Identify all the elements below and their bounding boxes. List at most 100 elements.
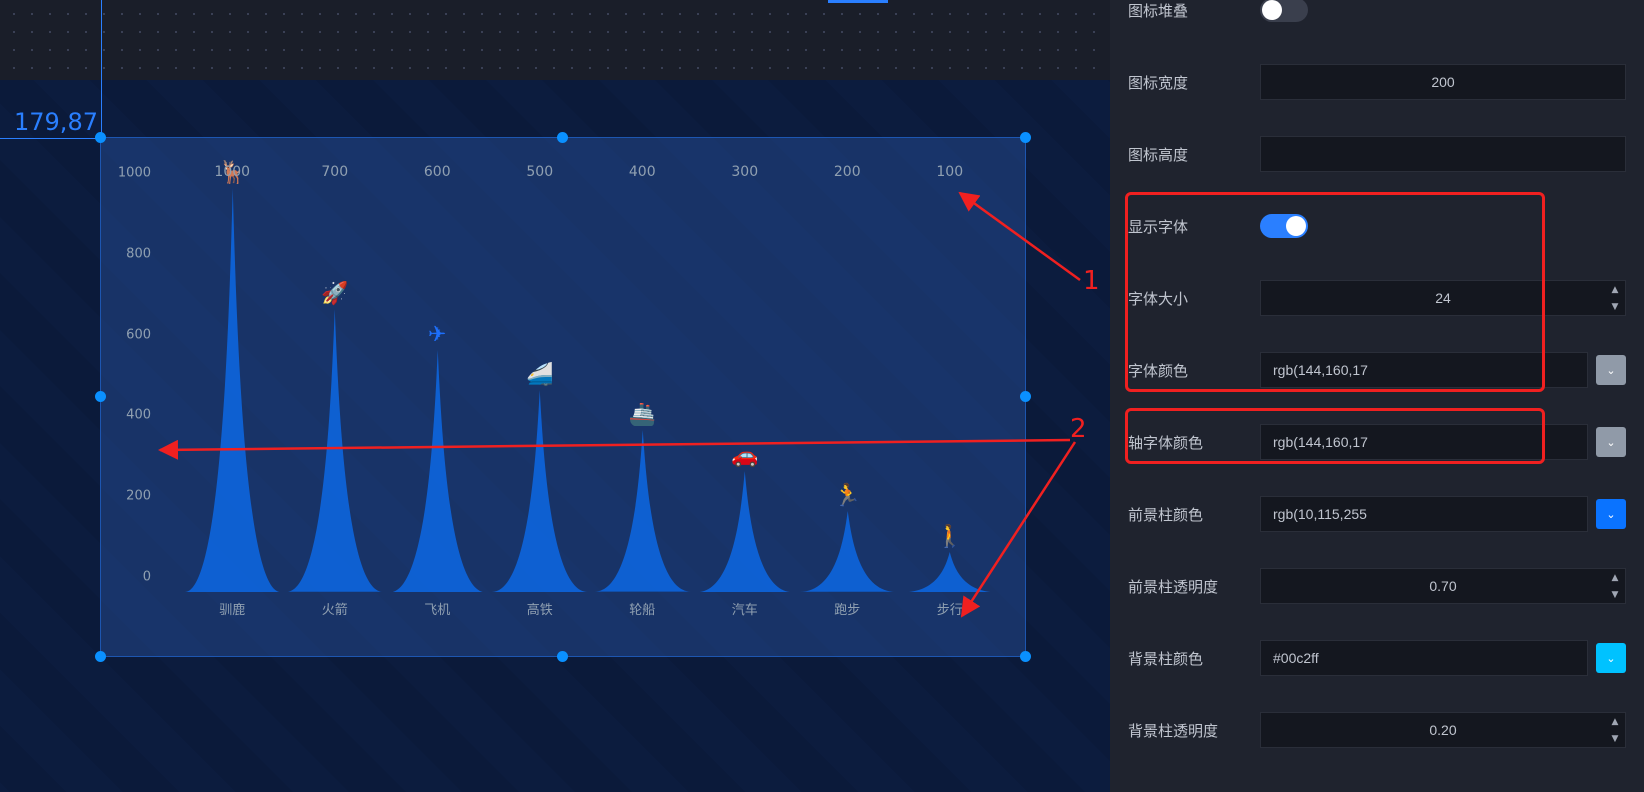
- value-label: 700: [321, 164, 348, 180]
- value-label: 600: [424, 164, 451, 180]
- dot-grid: [0, 0, 1110, 80]
- prop-label: 前景柱透明度: [1128, 576, 1248, 597]
- prop-label: 轴字体颜色: [1128, 432, 1248, 453]
- y-tick: 200: [111, 489, 151, 504]
- prop-bg-bar-color: 背景柱颜色 ⌄: [1128, 622, 1626, 694]
- prop-fg-bar-color: 前景柱颜色 ⌄: [1128, 478, 1626, 550]
- category: 🚶100步行: [899, 188, 1002, 592]
- y-tick: 400: [111, 408, 151, 423]
- toggle-icon-overlay[interactable]: [1260, 0, 1308, 22]
- prop-label: 字体颜色: [1128, 360, 1248, 381]
- y-tick: 0: [111, 570, 151, 585]
- train-icon: 🚄: [526, 363, 553, 388]
- category: ✈600飞机: [386, 188, 489, 592]
- color-swatch-axis-font[interactable]: ⌄: [1596, 427, 1626, 457]
- resize-handle-br[interactable]: [1020, 651, 1031, 662]
- prop-icon-width: 图标宽度: [1128, 46, 1626, 118]
- value-label: 200: [834, 164, 861, 180]
- input-bg-bar-opacity[interactable]: [1260, 712, 1626, 748]
- category: 🦌1000驯鹿: [181, 188, 284, 592]
- x-label: 火箭: [322, 599, 348, 618]
- ship-icon: 🚢: [629, 403, 656, 428]
- color-swatch-font[interactable]: ⌄: [1596, 355, 1626, 385]
- x-label: 高铁: [527, 599, 553, 618]
- y-tick: 1000: [111, 166, 151, 181]
- resize-handle-l[interactable]: [95, 391, 106, 402]
- category: 🚢400轮船: [591, 188, 694, 592]
- input-bg-bar-color[interactable]: [1260, 640, 1588, 676]
- resize-handle-tl[interactable]: [95, 132, 106, 143]
- spin-down-icon[interactable]: ▼: [1605, 730, 1625, 747]
- runner-icon: 🏃: [834, 484, 861, 509]
- x-label: 汽车: [732, 599, 758, 618]
- car-icon: 🚗: [731, 443, 758, 468]
- input-icon-width[interactable]: [1260, 64, 1626, 100]
- rocket-icon: 🚀: [321, 282, 348, 307]
- value-label: 100: [936, 164, 963, 180]
- prop-label: 背景柱透明度: [1128, 720, 1248, 741]
- prop-label: 字体大小: [1128, 288, 1248, 309]
- value-label: 1000: [214, 164, 250, 180]
- walk-icon: 🚶: [936, 524, 963, 549]
- prop-label: 前景柱颜色: [1128, 504, 1248, 525]
- value-label: 300: [731, 164, 758, 180]
- color-swatch-bg-bar[interactable]: ⌄: [1596, 643, 1626, 673]
- prop-font-size: 字体大小 ▲ ▼: [1128, 262, 1626, 334]
- y-tick: 600: [111, 327, 151, 342]
- toggle-show-font[interactable]: [1260, 214, 1308, 238]
- chevron-down-icon: ⌄: [1606, 652, 1615, 665]
- plot-area: 0 200 400 600 800 1000 🦌1000驯鹿🚀700火箭✈600…: [141, 158, 1001, 636]
- category: 🏃200跑步: [796, 188, 899, 592]
- prop-axis-font-color: 轴字体颜色 ⌄: [1128, 406, 1626, 478]
- categories: 🦌1000驯鹿🚀700火箭✈600飞机🚄500高铁🚢400轮船🚗300汽车🏃20…: [181, 188, 1001, 592]
- x-label: 飞机: [424, 599, 450, 618]
- coord-readout: 179,87: [14, 108, 98, 136]
- property-panel: 图标堆叠 图标宽度 图标高度 显示字体 字体大小 ▲ ▼: [1110, 0, 1644, 792]
- alignment-guide-vertical: [101, 0, 102, 140]
- prop-label: 图标宽度: [1128, 72, 1248, 93]
- active-tab-highlight: [828, 0, 888, 3]
- input-icon-height[interactable]: [1260, 136, 1626, 172]
- x-label: 跑步: [834, 599, 860, 618]
- alignment-guide-horizontal: [0, 138, 105, 139]
- x-label: 轮船: [629, 599, 655, 618]
- chevron-down-icon: ⌄: [1606, 436, 1615, 449]
- prop-label: 图标堆叠: [1128, 0, 1248, 21]
- category: 🚗300汽车: [694, 188, 797, 592]
- resize-handle-tr[interactable]: [1020, 132, 1031, 143]
- value-label: 400: [629, 164, 656, 180]
- x-label: 步行: [937, 599, 963, 618]
- chevron-down-icon: ⌄: [1606, 508, 1615, 521]
- prop-fg-bar-opacity: 前景柱透明度 ▲ ▼: [1128, 550, 1626, 622]
- prop-bg-bar-opacity: 背景柱透明度 ▲ ▼: [1128, 694, 1626, 766]
- color-swatch-fg-bar[interactable]: ⌄: [1596, 499, 1626, 529]
- spin-down-icon[interactable]: ▼: [1605, 298, 1625, 315]
- resize-handle-r[interactable]: [1020, 391, 1031, 402]
- spin-up-icon[interactable]: ▲: [1605, 569, 1625, 586]
- resize-handle-b[interactable]: [557, 651, 568, 662]
- resize-handle-bl[interactable]: [95, 651, 106, 662]
- prop-label: 背景柱颜色: [1128, 648, 1248, 669]
- canvas[interactable]: 179,87 0 200 400 600 800 1000 🦌1000驯鹿 🚀 70…: [0, 0, 1110, 792]
- resize-handle-t[interactable]: [557, 132, 568, 143]
- plane-icon: ✈: [428, 322, 446, 347]
- prop-icon-height: 图标高度: [1128, 118, 1626, 190]
- prop-label: 图标高度: [1128, 144, 1248, 165]
- category: 🚄500高铁: [489, 188, 592, 592]
- prop-show-font: 显示字体: [1128, 190, 1626, 262]
- input-fg-bar-color[interactable]: [1260, 496, 1588, 532]
- input-font-size[interactable]: [1260, 280, 1626, 316]
- prop-label: 显示字体: [1128, 216, 1248, 237]
- spin-down-icon[interactable]: ▼: [1605, 586, 1625, 603]
- spin-up-icon[interactable]: ▲: [1605, 713, 1625, 730]
- annotation-number-2: 2: [1070, 414, 1087, 444]
- y-tick: 800: [111, 246, 151, 261]
- annotation-number-1: 1: [1083, 266, 1100, 296]
- spin-up-icon[interactable]: ▲: [1605, 281, 1625, 298]
- input-fg-bar-opacity[interactable]: [1260, 568, 1626, 604]
- input-font-color[interactable]: [1260, 352, 1588, 388]
- input-axis-font-color[interactable]: [1260, 424, 1588, 460]
- chevron-down-icon: ⌄: [1606, 364, 1615, 377]
- chart-widget[interactable]: 0 200 400 600 800 1000 🦌1000驯鹿🚀700火箭✈600…: [101, 138, 1025, 656]
- prop-font-color: 字体颜色 ⌄: [1128, 334, 1626, 406]
